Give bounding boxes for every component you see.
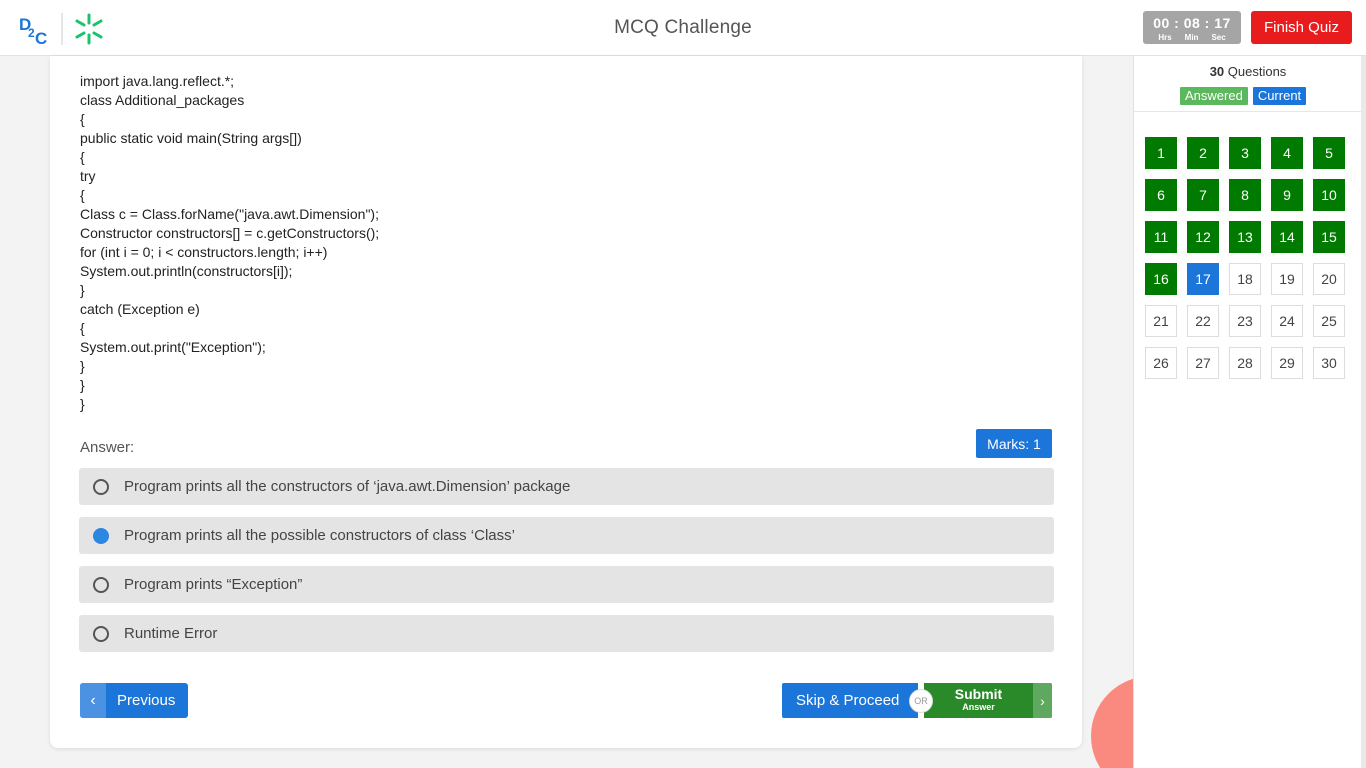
- status-legend: Answered Current: [1180, 87, 1307, 105]
- code-line: }: [80, 377, 85, 393]
- answer-option-text: Program prints all the constructors of ‘…: [124, 478, 571, 495]
- code-line: {: [80, 187, 85, 203]
- answer-option-4[interactable]: Runtime Error: [79, 615, 1054, 652]
- question-number-button[interactable]: 2: [1187, 137, 1219, 169]
- radio-button[interactable]: [93, 527, 109, 544]
- answer-option-1[interactable]: Program prints all the constructors of ‘…: [79, 468, 1054, 505]
- question-number-button[interactable]: 10: [1313, 179, 1345, 211]
- code-line: }: [80, 396, 85, 412]
- question-navigator-panel: 30 Questions Answered Current 1234567891…: [1133, 56, 1366, 768]
- question-number-button[interactable]: 25: [1313, 305, 1345, 337]
- question-number-button[interactable]: 22: [1187, 305, 1219, 337]
- question-number-button[interactable]: 27: [1187, 347, 1219, 379]
- question-number-button[interactable]: 8: [1229, 179, 1261, 211]
- top-header: D 2 C MCQ Challenge 00 : 08 : 17 Hrs Min…: [0, 0, 1366, 56]
- question-number-button[interactable]: 13: [1229, 221, 1261, 253]
- finish-quiz-button[interactable]: Finish Quiz: [1251, 11, 1352, 44]
- code-line: import java.lang.reflect.*;: [80, 73, 235, 89]
- timer-unit-hours: Hrs: [1158, 33, 1172, 42]
- question-count: 30 Questions: [1209, 64, 1287, 79]
- question-number-button[interactable]: 17: [1187, 263, 1219, 295]
- question-number-button[interactable]: 11: [1145, 221, 1177, 253]
- question-number-button[interactable]: 4: [1271, 137, 1303, 169]
- question-number-button[interactable]: 6: [1145, 179, 1177, 211]
- question-number-button[interactable]: 18: [1229, 263, 1261, 295]
- radio-button[interactable]: [93, 478, 109, 495]
- divider: [1134, 111, 1362, 112]
- question-number-button[interactable]: 3: [1229, 137, 1261, 169]
- question-number-button[interactable]: 20: [1313, 263, 1345, 295]
- code-line: Class c = Class.forName("java.awt.Dimens…: [80, 206, 379, 222]
- radio-button[interactable]: [93, 576, 109, 593]
- answer-option-text: Program prints “Exception”: [124, 576, 303, 593]
- question-card: import java.lang.reflect.*; class Additio…: [50, 56, 1082, 748]
- timer-value: 00 : 08 : 17: [1153, 15, 1231, 31]
- question-number-button[interactable]: 29: [1271, 347, 1303, 379]
- question-number-button[interactable]: 28: [1229, 347, 1261, 379]
- submit-answer-button[interactable]: Submit Answer ›: [924, 683, 1052, 718]
- question-grid: 1 2 3 4 5 6 7 8 9 10 11 12 13 14 15 16 17 18 19 20 21 22 23 24 2…: [1145, 137, 1345, 379]
- answer-option-text: Runtime Error: [124, 625, 218, 642]
- code-line: System.out.print("Exception");: [80, 339, 266, 355]
- code-line: {: [80, 320, 85, 336]
- chevron-right-icon: ›: [1033, 683, 1052, 718]
- countdown-timer: 00 : 08 : 17 Hrs Min Sec: [1143, 11, 1241, 44]
- answer-option-3[interactable]: Program prints “Exception”: [79, 566, 1054, 603]
- radio-button[interactable]: [93, 625, 109, 642]
- answer-label: Answer:: [80, 439, 135, 456]
- scrollbar[interactable]: [1361, 56, 1366, 768]
- legend-answered: Answered: [1180, 87, 1248, 105]
- timer-unit-seconds: Sec: [1211, 33, 1226, 42]
- code-line: {: [80, 149, 85, 165]
- code-line: }: [80, 358, 85, 374]
- code-line: catch (Exception e): [80, 301, 200, 317]
- code-line: public static void main(String args[]): [80, 130, 302, 146]
- question-number-button[interactable]: 12: [1187, 221, 1219, 253]
- code-line: System.out.println(constructors[i]);: [80, 263, 293, 279]
- code-line: Constructor constructors[] = c.getConstr…: [80, 225, 380, 241]
- question-number-button[interactable]: 16: [1145, 263, 1177, 295]
- or-divider: OR: [909, 689, 933, 713]
- question-code: import java.lang.reflect.*; class Additio…: [80, 72, 379, 414]
- previous-label: Previous: [117, 692, 176, 709]
- question-number-button[interactable]: 7: [1187, 179, 1219, 211]
- question-number-button[interactable]: 21: [1145, 305, 1177, 337]
- marks-badge: Marks: 1: [976, 429, 1052, 458]
- question-number-button[interactable]: 23: [1229, 305, 1261, 337]
- answer-option-2[interactable]: Program prints all the possible construc…: [79, 517, 1054, 554]
- submit-label: Submit: [954, 686, 1003, 702]
- code-line: for (int i = 0; i < constructors.length;…: [80, 244, 328, 260]
- question-number-button[interactable]: 19: [1271, 263, 1303, 295]
- skip-proceed-button[interactable]: Skip & Proceed: [782, 683, 918, 718]
- code-line: try: [80, 168, 96, 184]
- question-number-button[interactable]: 26: [1145, 347, 1177, 379]
- timer-unit-minutes: Min: [1184, 33, 1199, 42]
- question-number-button[interactable]: 1: [1145, 137, 1177, 169]
- question-number-button[interactable]: 24: [1271, 305, 1303, 337]
- code-line: class Additional_packages: [80, 92, 245, 108]
- code-line: {: [80, 111, 85, 127]
- question-number-button[interactable]: 9: [1271, 179, 1303, 211]
- legend-current: Current: [1252, 87, 1307, 105]
- chevron-left-icon: ‹: [80, 683, 106, 718]
- question-number-button[interactable]: 15: [1313, 221, 1345, 253]
- submit-sub-label: Answer: [962, 702, 995, 712]
- question-number-button[interactable]: 30: [1313, 347, 1345, 379]
- question-number-button[interactable]: 14: [1271, 221, 1303, 253]
- question-number-button[interactable]: 5: [1313, 137, 1345, 169]
- answer-option-text: Program prints all the possible construc…: [124, 527, 515, 544]
- code-line: }: [80, 282, 85, 298]
- previous-button[interactable]: ‹ Previous: [80, 683, 188, 718]
